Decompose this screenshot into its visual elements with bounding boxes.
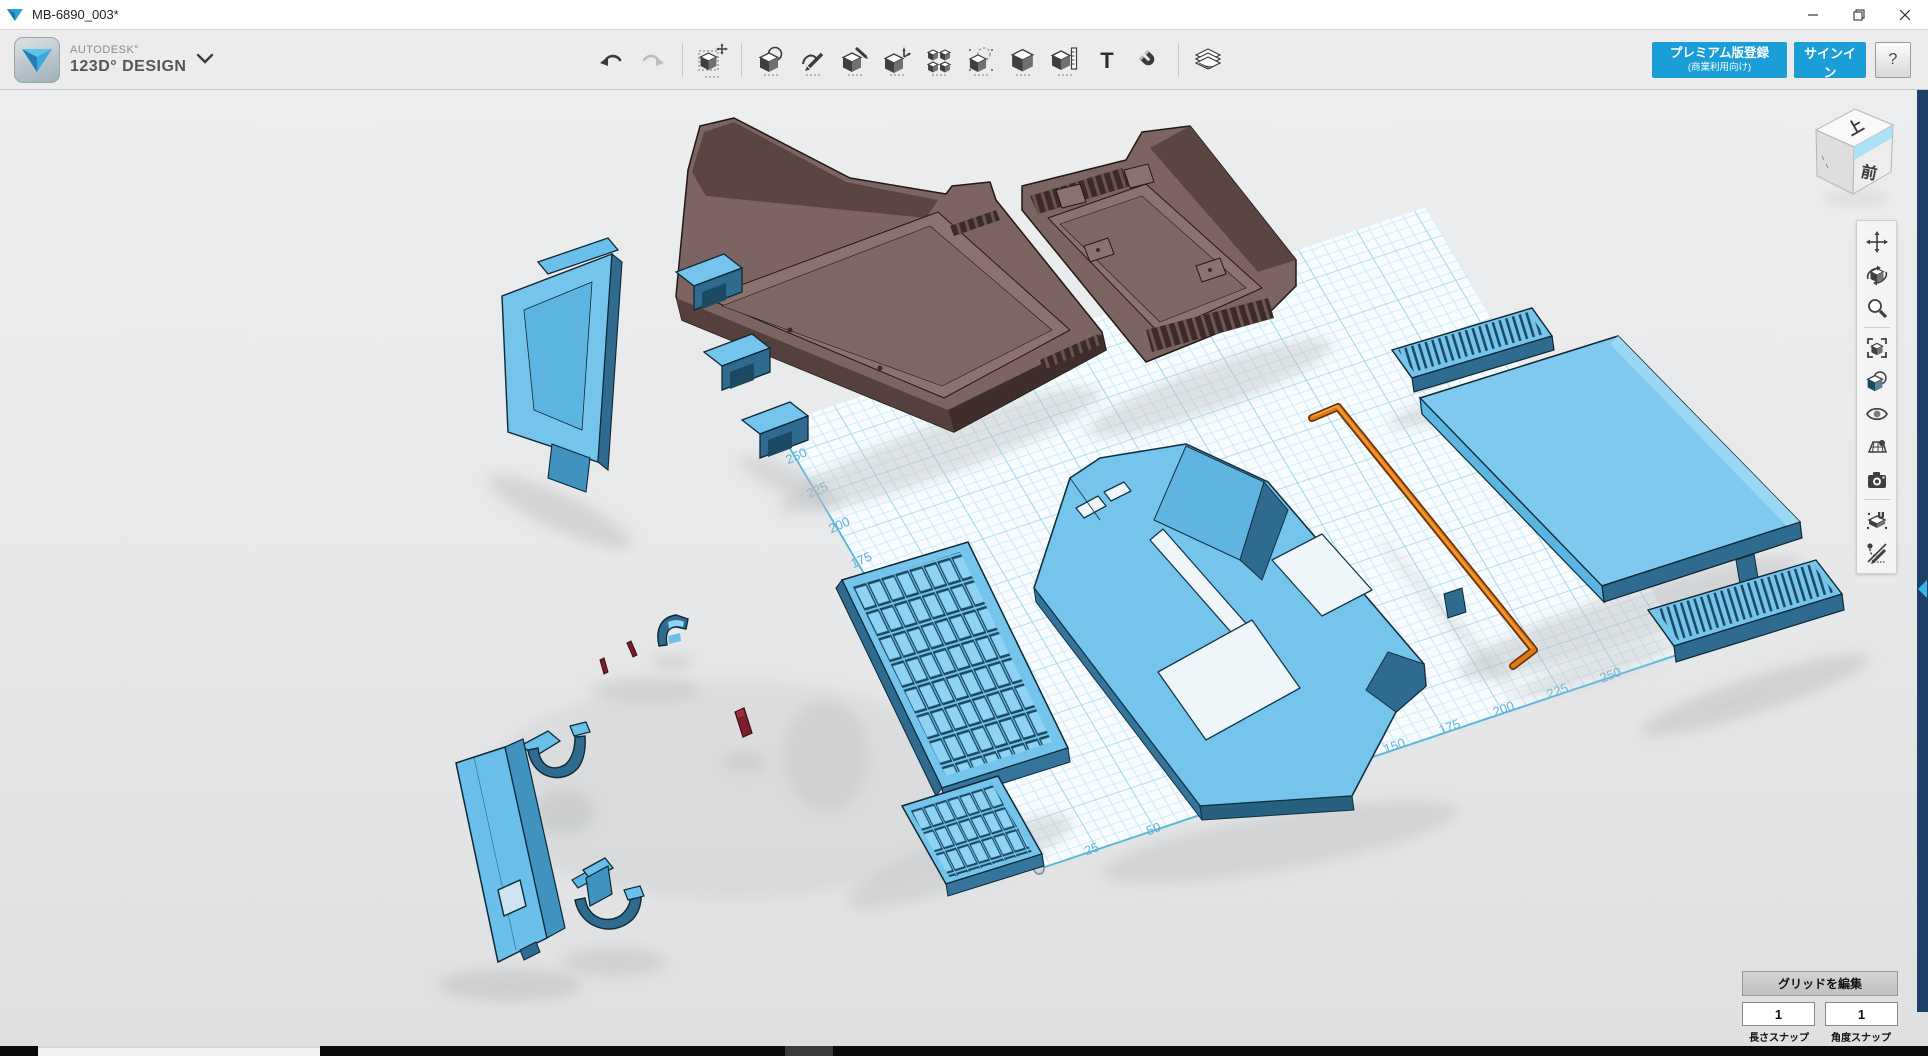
angle-snap-label: 角度スナップ	[1824, 1029, 1898, 1044]
sketch-button[interactable]	[792, 38, 834, 82]
menu-chevron-icon[interactable]	[196, 52, 214, 70]
3d-viewport[interactable]: 250 225 200 175 25 50 75 100 125 150 175…	[0, 90, 1928, 1046]
grouping-button[interactable]	[960, 38, 1002, 82]
toolbar-separator	[1864, 499, 1890, 500]
clip-small[interactable]	[658, 615, 688, 646]
sketch-visibility-button[interactable]	[1860, 536, 1894, 569]
pin-2[interactable]	[627, 641, 637, 657]
toolbar-separator	[741, 43, 742, 77]
side-panel-assembly[interactable]	[502, 238, 622, 492]
restore-button[interactable]	[1836, 0, 1882, 30]
app-window: MB-6890_003*	[0, 0, 1928, 1056]
angle-snap-input[interactable]	[1825, 1002, 1898, 1026]
length-snap-input[interactable]	[1742, 1002, 1815, 1026]
window-title: MB-6890_003*	[32, 7, 119, 22]
combine-button[interactable]	[1002, 38, 1044, 82]
modify-button[interactable]	[876, 38, 918, 82]
help-button[interactable]: ?	[1875, 42, 1911, 78]
edit-grid-button[interactable]: グリッドを編集	[1742, 971, 1898, 996]
text-tool-button[interactable]: T	[1086, 38, 1128, 82]
minimize-button[interactable]	[1790, 0, 1836, 30]
autodesk-123d-logo[interactable]	[14, 37, 60, 83]
toolbar-separator	[1178, 43, 1179, 77]
length-snap-label: 長さスナップ	[1742, 1029, 1816, 1044]
small-bracket-2[interactable]	[704, 334, 770, 390]
sign-in-button[interactable]: サインイン	[1794, 42, 1866, 78]
premium-register-sublabel: (商業利用向け)	[1654, 62, 1785, 74]
pin-1[interactable]	[600, 658, 608, 674]
visibility-button[interactable]	[1860, 397, 1894, 430]
material-button[interactable]	[1187, 38, 1229, 82]
panel-collapse-arrow-icon[interactable]	[1918, 580, 1927, 598]
title-bar: MB-6890_003*	[0, 0, 1928, 30]
view-toolbar	[1856, 220, 1897, 574]
os-taskbar	[0, 1046, 1928, 1056]
view-cube[interactable]: 上 前	[1816, 109, 1893, 205]
pan-button[interactable]	[1860, 225, 1894, 258]
undo-button[interactable]	[590, 38, 632, 82]
brand-autodesk: AUTODESK°	[70, 44, 139, 56]
fit-selection-button[interactable]	[1860, 331, 1894, 364]
text-tool-glyph: T	[1100, 48, 1114, 73]
pattern-button[interactable]	[918, 38, 960, 82]
tool-strip: T	[590, 30, 1229, 90]
premium-register-button[interactable]: プレミアム版登録 (商業利用向け)	[1652, 42, 1787, 78]
toolbar-separator	[682, 43, 683, 77]
right-edge-panel	[1917, 90, 1928, 1012]
transform-move-button[interactable]	[691, 38, 733, 82]
grid-display-button[interactable]	[1860, 430, 1894, 463]
redo-button[interactable]	[632, 38, 674, 82]
measure-button[interactable]	[1044, 38, 1086, 82]
premium-register-label: プレミアム版登録	[1654, 46, 1785, 62]
brand-123d-design: 123D° DESIGN	[70, 58, 186, 75]
construct-button[interactable]	[834, 38, 876, 82]
app-logo-icon	[6, 7, 24, 23]
screenshot-button[interactable]	[1860, 463, 1894, 496]
taskbar-window-strip[interactable]	[38, 1046, 320, 1056]
main-toolbar: AUTODESK° 123D° DESIGN	[0, 30, 1928, 90]
grid-snap-panel: グリッドを編集 長さスナップ 角度スナップ	[1742, 971, 1898, 1044]
taskbar-item[interactable]	[785, 1046, 833, 1056]
snap-object-button[interactable]	[1860, 503, 1894, 536]
zoom-button[interactable]	[1860, 291, 1894, 324]
brand-text: AUTODESK° 123D° DESIGN	[70, 40, 186, 75]
orbit-button[interactable]	[1860, 258, 1894, 291]
close-button[interactable]	[1882, 0, 1928, 30]
snap-button[interactable]	[1128, 38, 1170, 82]
material-view-button[interactable]	[1860, 364, 1894, 397]
primitives-button[interactable]	[750, 38, 792, 82]
toolbar-separator	[1864, 327, 1890, 328]
